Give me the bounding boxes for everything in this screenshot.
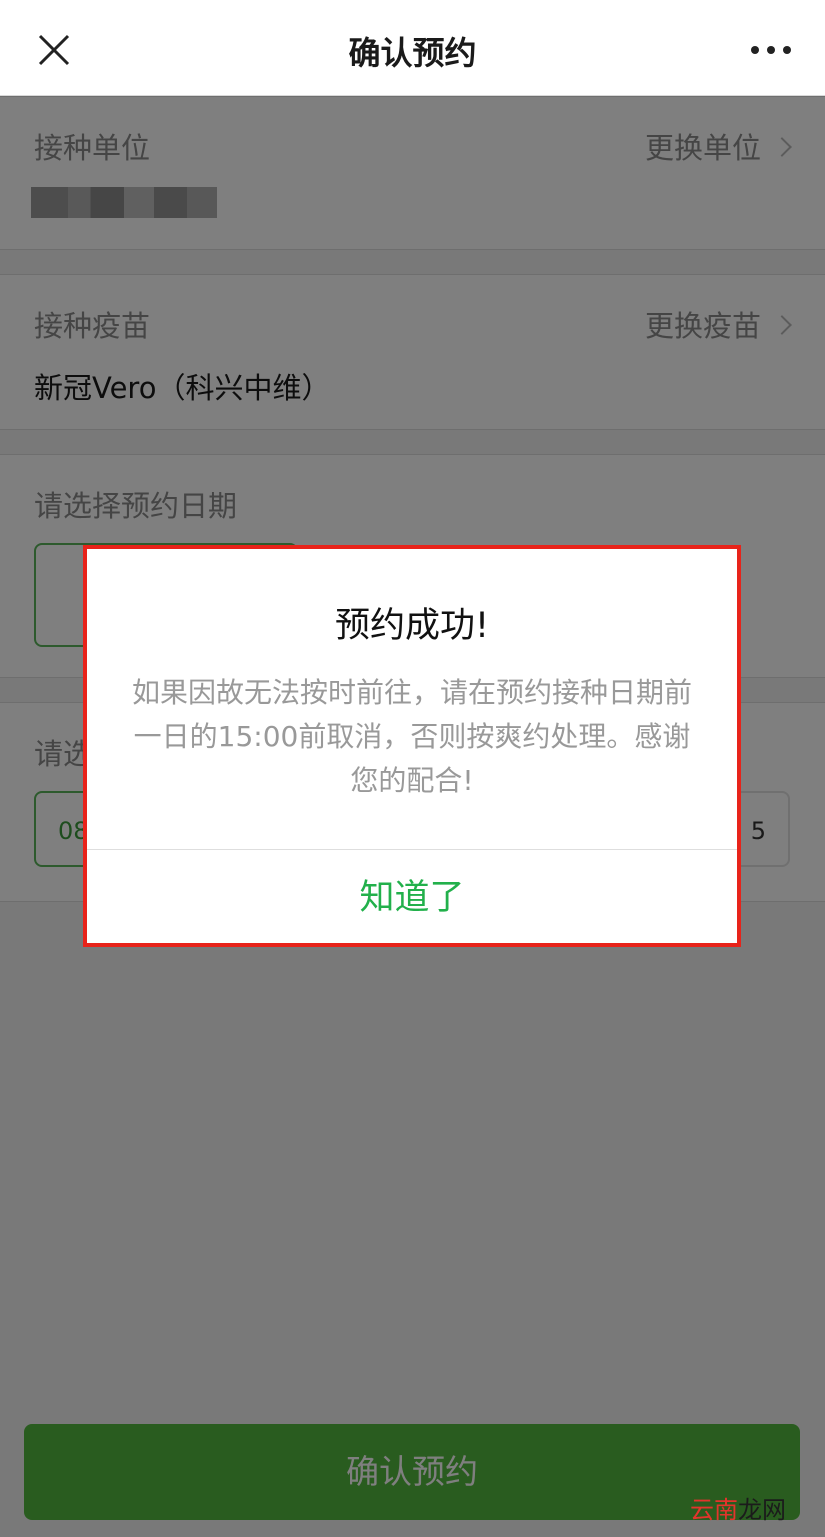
dialog-ok-button[interactable]: 知道了 [87, 850, 737, 947]
dialog-message: 如果因故无法按时前往，请在预约接种日期前一日的15:00前取消，否则按爽约处理。… [131, 676, 692, 797]
dialog-title: 预约成功! [334, 606, 490, 646]
watermark-part1: 云南 [690, 1496, 738, 1524]
success-dialog: 预约成功! 如果因故无法按时前往，请在预约接种日期前一日的15:00前取消，否则… [83, 545, 741, 947]
top-bar: 确认预约 [0, 0, 825, 96]
watermark-logo: 云南龙网 [690, 1490, 786, 1525]
more-options-icon[interactable] [748, 40, 794, 60]
page-title: 确认预约 [348, 34, 477, 72]
watermark-part2: 龙网 [738, 1496, 786, 1524]
